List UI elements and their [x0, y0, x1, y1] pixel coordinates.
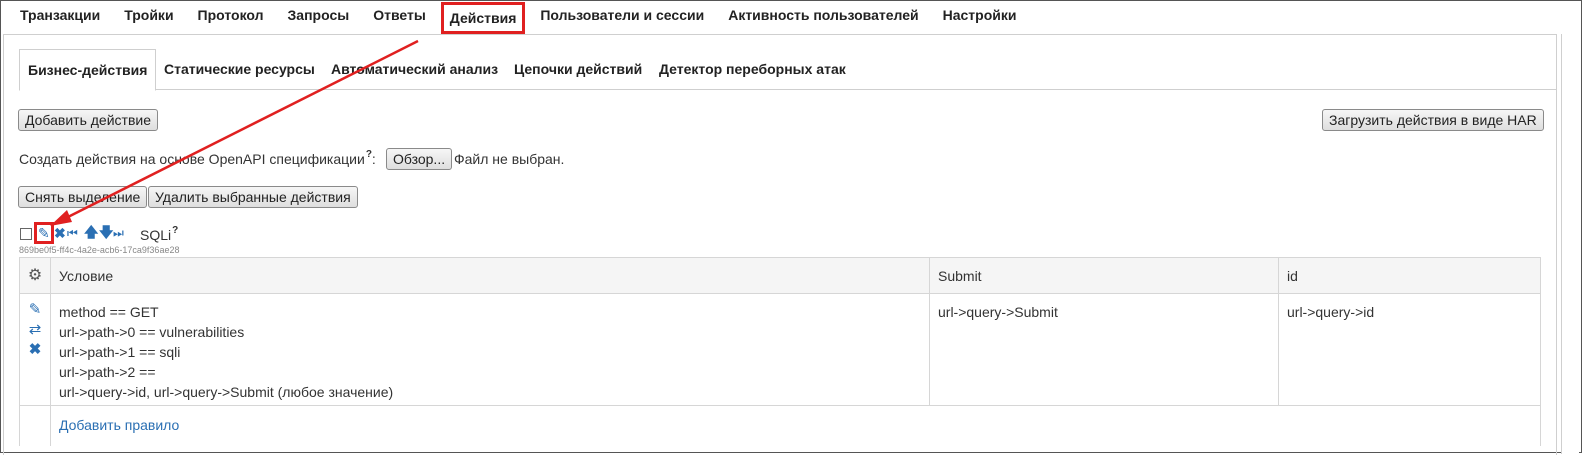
- condition-line: url->path->1 == sqli: [59, 344, 181, 360]
- help-icon[interactable]: ?: [366, 149, 372, 160]
- subtab-bar: Бизнес-действия Статические ресурсы Авто…: [19, 49, 1556, 91]
- pencil-icon[interactable]: ✎: [38, 225, 50, 241]
- tab-action-chains[interactable]: Цепочки действий: [514, 49, 642, 89]
- help-icon[interactable]: ?: [172, 225, 178, 236]
- id-value: url->query->id: [1287, 304, 1375, 320]
- add-action-button[interactable]: Добавить действие: [18, 109, 158, 131]
- openapi-label: Создать действия на основе OpenAPI специ…: [19, 151, 365, 167]
- column-header-id: id: [1278, 257, 1541, 294]
- nav-requests[interactable]: Запросы: [276, 1, 362, 29]
- condition-line: url->query->id, url->query->Submit (любо…: [59, 384, 394, 400]
- condition-line: url->path->0 == vulnerabilities: [59, 324, 245, 340]
- submit-value: url->query->Submit: [938, 304, 1058, 320]
- nav-responses[interactable]: Ответы: [361, 1, 438, 29]
- browse-file-button[interactable]: Обзор...: [386, 148, 453, 170]
- gear-icon[interactable]: ⚙: [28, 267, 42, 284]
- action-select-checkbox[interactable]: [20, 228, 32, 240]
- skip-last-icon[interactable]: ⏭: [113, 225, 124, 241]
- upload-har-button[interactable]: Загрузить действия в виде HAR: [1322, 109, 1544, 131]
- openapi-colon: :: [371, 151, 376, 167]
- close-icon[interactable]: ✖: [20, 340, 50, 360]
- scrollbar[interactable]: [1561, 34, 1579, 454]
- add-rule-spacer: [19, 405, 51, 446]
- nav-settings[interactable]: Настройки: [931, 1, 1029, 29]
- skip-first-icon[interactable]: ⏮: [67, 225, 78, 241]
- action-name-text: SQLi: [140, 227, 172, 243]
- close-icon[interactable]: ✖: [54, 225, 66, 241]
- deselect-button[interactable]: Снять выделение: [18, 186, 148, 208]
- nav-transactions[interactable]: Транзакции: [8, 1, 112, 29]
- arrow-up-icon[interactable]: 🡅: [84, 224, 98, 240]
- tab-static-resources[interactable]: Статические ресурсы: [164, 49, 315, 89]
- tab-auto-analysis[interactable]: Автоматический анализ: [331, 49, 498, 89]
- submit-cell: url->query->Submit: [929, 293, 1279, 406]
- condition-line: method == GET: [59, 304, 159, 320]
- rules-table: ⚙ Условие Submit id ✎ ⇄ ✖ method == GET …: [19, 257, 1541, 446]
- condition-line: url->path->2 ==: [59, 364, 156, 380]
- condition-cell: method == GET url->path->0 == vulnerabil…: [50, 293, 930, 406]
- file-status: Файл не выбран.: [454, 151, 565, 167]
- nav-triples[interactable]: Тройки: [112, 1, 185, 29]
- main-panel: Бизнес-действия Статические ресурсы Авто…: [3, 34, 1557, 455]
- add-rule-link[interactable]: Добавить правило: [59, 417, 179, 433]
- gear-header[interactable]: ⚙: [19, 257, 51, 294]
- tab-brute-force-detector[interactable]: Детектор переборных атак: [659, 49, 846, 89]
- column-header-condition: Условие: [50, 257, 930, 294]
- nav-users-sessions[interactable]: Пользователи и сессии: [528, 1, 716, 29]
- action-uuid: 869be0f5-ff4c-4a2e-acb6-17ca9f36ae28: [19, 245, 180, 255]
- pencil-icon[interactable]: ✎: [20, 300, 50, 320]
- swap-icon[interactable]: ⇄: [20, 320, 50, 340]
- id-cell: url->query->id: [1278, 293, 1541, 406]
- top-navigation: Транзакции Тройки Протокол Запросы Ответ…: [8, 0, 1029, 34]
- table-row: ✎ ⇄ ✖ method == GET url->path->0 == vuln…: [19, 293, 1541, 406]
- tab-business-actions[interactable]: Бизнес-действия: [19, 49, 157, 91]
- action-name: SQLi?: [140, 225, 178, 243]
- arrow-down-icon[interactable]: 🡇: [99, 224, 113, 240]
- add-rule-cell: Добавить правило: [50, 405, 1541, 446]
- nav-user-activity[interactable]: Активность пользователей: [716, 1, 930, 29]
- column-header-submit: Submit: [929, 257, 1279, 294]
- nav-actions[interactable]: Действия: [440, 2, 526, 34]
- nav-protocol[interactable]: Протокол: [186, 1, 276, 29]
- row-actions: ✎ ⇄ ✖: [19, 293, 51, 406]
- openapi-row: Создать действия на основе OpenAPI специ…: [19, 149, 376, 167]
- add-rule-row: Добавить правило: [19, 405, 1541, 446]
- delete-selected-button[interactable]: Удалить выбранные действия: [148, 186, 358, 208]
